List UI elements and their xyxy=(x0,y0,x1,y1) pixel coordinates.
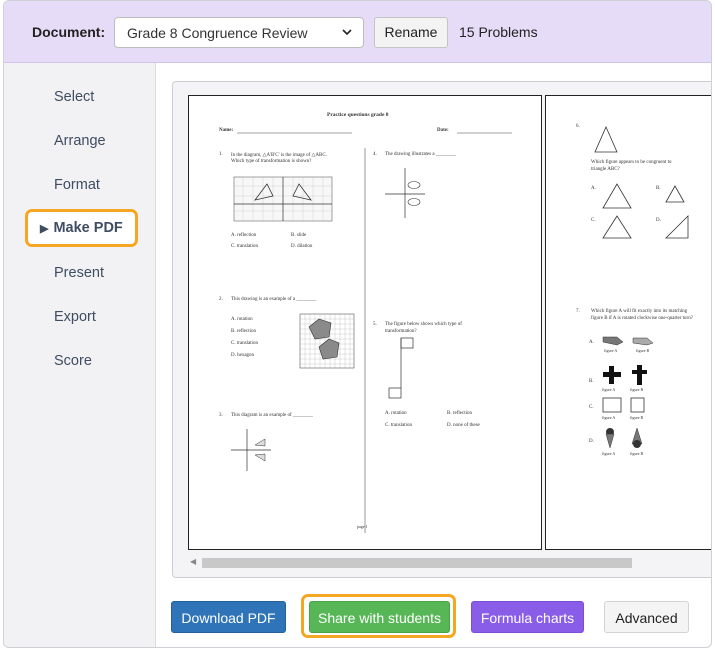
q7-c-figures xyxy=(602,397,645,413)
q1-option-d: D. dilation xyxy=(291,244,313,249)
scrollbar-thumb[interactable] xyxy=(202,558,632,568)
q5-option-d: D. none of these xyxy=(447,423,480,428)
sidebar-item-make-pdf[interactable]: ▶ Make PDF xyxy=(25,209,138,247)
q6-label-d: D. xyxy=(656,218,661,223)
sidebar-item-select[interactable]: Select xyxy=(54,89,94,105)
name-label: Name: xyxy=(219,128,234,133)
document-select-value: Grade 8 Congruence Review xyxy=(127,25,308,41)
name-line xyxy=(237,132,352,134)
q2-text: This drawing is an example of a ________ xyxy=(231,297,317,302)
pdf-page-1: Practice questions grade 8 Name: Date: 1… xyxy=(188,95,542,550)
q1-text: In the diagram, △A'B'C' is the image of … xyxy=(231,153,327,158)
q1-text: Which type of transformation is shown? xyxy=(231,159,312,164)
q6-option-d-triangle xyxy=(665,215,689,239)
q7-a-fig-a: figure A xyxy=(604,348,618,353)
q7-b-figures xyxy=(603,365,647,385)
sidebar-item-present[interactable]: Present xyxy=(54,265,104,281)
q7-number: 7. xyxy=(576,309,580,314)
page-title: Practice questions grade 8 xyxy=(327,112,389,118)
q5-text: transformation? xyxy=(385,329,417,334)
q7-a-fig-b: figure B xyxy=(636,348,650,353)
q1-option-a: A. reflection xyxy=(231,233,257,238)
q7-a-figures xyxy=(602,336,654,346)
document-toolbar: Document: Grade 8 Congruence Review Rena… xyxy=(4,1,711,63)
q7-text: Which figure A will fit exactly into its… xyxy=(591,309,688,314)
date-line xyxy=(457,132,512,134)
scroll-left-icon[interactable]: ◀ xyxy=(190,557,198,567)
page-footer: page 1 xyxy=(357,524,368,529)
q6-label-a: A. xyxy=(591,186,596,191)
q3-number: 3. xyxy=(219,413,223,418)
q7-b-fig-a: figure A xyxy=(602,387,616,392)
q5-option-b: B. reflection xyxy=(447,411,472,416)
pdf-page-2: 6. Which figure appears to be congruent … xyxy=(545,95,711,550)
q2-pentagon-diagram xyxy=(299,313,355,369)
q2-option-d: D. hexagon xyxy=(231,353,255,358)
sidebar-item-label: Make PDF xyxy=(53,220,123,236)
date-label: Date: xyxy=(437,128,449,133)
share-with-students-button[interactable]: Share with students xyxy=(309,601,450,633)
chevron-down-icon xyxy=(342,29,352,36)
q6-text: triangle ABC? xyxy=(591,167,620,172)
q3-text: This diagram is an example of ________ xyxy=(231,413,313,418)
document-label: Document: xyxy=(32,24,106,40)
advanced-button[interactable]: Advanced xyxy=(604,601,689,633)
q2-option-b: B. reflection xyxy=(231,329,256,334)
column-divider xyxy=(364,148,366,533)
horizontal-scrollbar[interactable]: ◀ xyxy=(190,555,711,569)
download-pdf-button[interactable]: Download PDF xyxy=(171,601,286,633)
q6-label-b: B. xyxy=(656,186,661,191)
sidebar-item-score[interactable]: Score xyxy=(54,353,92,369)
q6-triangle-abc xyxy=(594,126,618,153)
q7-option-a: A. xyxy=(589,340,594,345)
sidebar-item-arrange[interactable]: Arrange xyxy=(54,133,106,149)
q7-d-fig-b: figure B xyxy=(630,451,644,456)
rename-button[interactable]: Rename xyxy=(374,17,448,48)
sidebar-item-format[interactable]: Format xyxy=(54,177,100,193)
q7-d-fig-a: figure A xyxy=(602,451,616,456)
q4-text: The drawing illustrates a ________ xyxy=(385,152,456,157)
q7-d-figures xyxy=(605,427,643,449)
q2-option-a: A. rotation xyxy=(231,317,253,322)
q7-option-c: C. xyxy=(589,405,594,410)
sidebar: Select Arrange Format ▶ Make PDF Present … xyxy=(4,63,156,647)
q1-option-b: B. slide xyxy=(291,233,307,238)
q7-c-fig-a: figure A xyxy=(602,415,616,420)
q6-option-a-triangle xyxy=(602,183,632,209)
q4-number: 4. xyxy=(373,152,377,157)
q6-option-c-triangle xyxy=(602,215,632,239)
q5-flag-diagram xyxy=(388,337,414,399)
q7-c-fig-b: figure B xyxy=(630,415,644,420)
app-window: Document: Grade 8 Congruence Review Rena… xyxy=(3,0,712,648)
q2-number: 2. xyxy=(219,297,223,302)
q6-label-c: C. xyxy=(591,218,596,223)
q7-b-fig-b: figure B xyxy=(630,387,644,392)
play-arrow-icon: ▶ xyxy=(40,223,49,235)
q6-option-b-triangle xyxy=(665,185,685,203)
problems-count: 15 Problems xyxy=(459,24,538,40)
document-select[interactable]: Grade 8 Congruence Review xyxy=(114,17,364,48)
q7-option-d: D. xyxy=(589,439,594,444)
q1-grid-diagram xyxy=(233,176,333,222)
q6-text: Which figure appears to be congruent to xyxy=(591,160,672,165)
q4-ovals-diagram xyxy=(385,168,425,218)
q3-reflection-diagram xyxy=(231,429,271,471)
q5-option-c: C. translation xyxy=(385,423,412,428)
q5-option-a: A. rotation xyxy=(385,411,407,416)
q6-number: 6. xyxy=(576,124,580,129)
q1-option-c: C. translation xyxy=(231,244,258,249)
sidebar-item-export[interactable]: Export xyxy=(54,309,96,325)
q5-text: The figure below shows which type of xyxy=(385,322,462,327)
q7-option-b: B. xyxy=(589,379,594,384)
q1-number: 1. xyxy=(219,152,223,157)
q2-option-c: C. translation xyxy=(231,341,258,346)
q5-number: 5. xyxy=(373,322,377,327)
formula-charts-button[interactable]: Formula charts xyxy=(471,601,584,633)
pdf-preview: Practice questions grade 8 Name: Date: 1… xyxy=(172,81,711,578)
q7-text: figure B if A is rotated clockwise one-q… xyxy=(591,316,693,321)
